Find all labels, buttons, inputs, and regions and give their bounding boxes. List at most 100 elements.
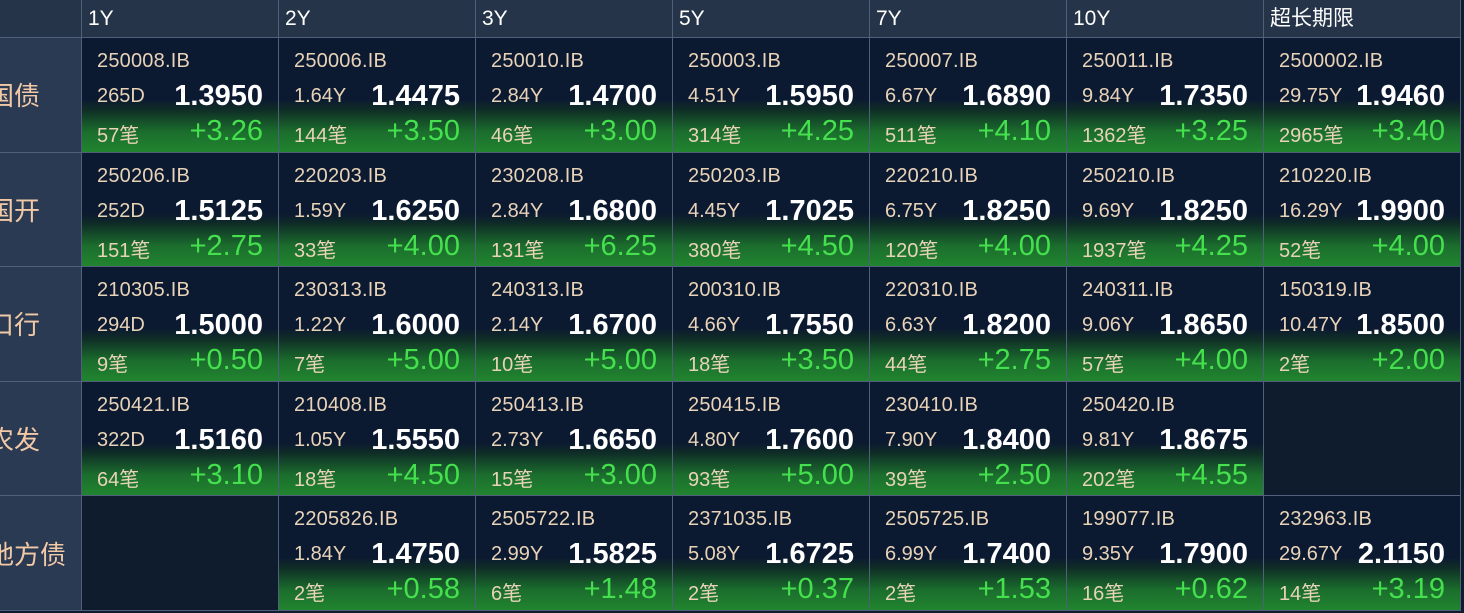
bond-cell[interactable]: 2505722.IB 2.99Y 1.5825 6笔 +1.48 xyxy=(476,496,673,611)
yield-change: +4.00 xyxy=(386,229,460,262)
trade-count: 7笔 xyxy=(294,354,326,377)
trade-count: 2笔 xyxy=(294,583,326,606)
yield-change: +5.00 xyxy=(583,344,657,377)
remaining-tenor: 6.67Y xyxy=(885,85,938,107)
column-header[interactable]: 5Y xyxy=(673,0,870,38)
bond-code: 220210.IB xyxy=(885,164,978,187)
bond-cell[interactable]: 250210.IB 9.69Y 1.8250 1937笔 +4.25 xyxy=(1067,152,1264,268)
row-header[interactable]: 国债 xyxy=(0,38,82,153)
column-header[interactable]: 10Y xyxy=(1067,0,1264,38)
bond-code: 250006.IB xyxy=(294,50,387,72)
yield-value: 1.7350 xyxy=(1159,80,1248,112)
bond-cell[interactable]: 200310.IB 4.66Y 1.7550 18笔 +3.50 xyxy=(673,267,870,382)
bond-code: 200310.IB xyxy=(688,279,781,302)
row-header[interactable]: 农发 xyxy=(0,381,82,497)
yield-value: 1.8200 xyxy=(962,309,1051,342)
bond-cell[interactable]: 250413.IB 2.73Y 1.6650 15笔 +3.00 xyxy=(476,381,673,497)
remaining-tenor: 2.73Y xyxy=(491,428,544,451)
bond-cell[interactable]: 250010.IB 2.84Y 1.4700 46笔 +3.00 xyxy=(476,38,673,153)
bond-cell[interactable]: 2205826.IB 1.84Y 1.4750 2笔 +0.58 xyxy=(279,496,476,611)
yield-value: 1.4700 xyxy=(568,80,657,112)
bond-cell[interactable]: 232963.IB 29.67Y 2.1150 14笔 +3.19 xyxy=(1264,496,1461,611)
bond-cell[interactable]: 230208.IB 2.84Y 1.6800 131笔 +6.25 xyxy=(476,152,673,268)
remaining-tenor: 294D xyxy=(97,314,145,337)
bond-cell[interactable]: 210408.IB 1.05Y 1.5550 18笔 +4.50 xyxy=(279,381,476,497)
bond-cell[interactable]: 220210.IB 6.75Y 1.8250 120笔 +4.00 xyxy=(870,152,1067,268)
bond-code: 2371035.IB xyxy=(688,508,793,531)
column-header[interactable]: 7Y xyxy=(870,0,1067,38)
yield-value: 1.6700 xyxy=(568,309,657,342)
column-header[interactable]: 超长期限 xyxy=(1264,0,1461,38)
bond-cell[interactable]: 250206.IB 252D 1.5125 151笔 +2.75 xyxy=(82,152,279,268)
bond-cell[interactable]: 250011.IB 9.84Y 1.7350 1362笔 +3.25 xyxy=(1067,38,1264,153)
yield-change: +1.53 xyxy=(977,573,1051,606)
empty-cell xyxy=(1264,381,1461,497)
yield-value: 1.9900 xyxy=(1356,194,1445,227)
bond-code: 230208.IB xyxy=(491,164,584,187)
bond-cell[interactable]: 250203.IB 4.45Y 1.7025 380笔 +4.50 xyxy=(673,152,870,268)
yield-change: +0.50 xyxy=(189,344,263,377)
bond-cell[interactable]: 210220.IB 16.29Y 1.9900 52笔 +4.00 xyxy=(1264,152,1461,268)
bond-code: 2205826.IB xyxy=(294,508,399,531)
remaining-tenor: 29.67Y xyxy=(1279,543,1343,566)
bond-cell[interactable]: 250007.IB 6.67Y 1.6890 511笔 +4.10 xyxy=(870,38,1067,153)
yield-change: +4.50 xyxy=(386,458,460,491)
bond-cell[interactable]: 150319.IB 10.47Y 1.8500 2笔 +2.00 xyxy=(1264,267,1461,382)
bond-code: 150319.IB xyxy=(1279,279,1372,302)
yield-change: +2.00 xyxy=(1371,344,1445,377)
remaining-tenor: 5.08Y xyxy=(688,543,741,566)
bond-cell[interactable]: 220310.IB 6.63Y 1.8200 44笔 +2.75 xyxy=(870,267,1067,382)
row-header[interactable]: 地方债 xyxy=(0,496,82,611)
corner-cell xyxy=(0,0,82,38)
trade-count: 44笔 xyxy=(885,354,928,377)
yield-change: +0.62 xyxy=(1174,573,1248,606)
bond-cell[interactable]: 230313.IB 1.22Y 1.6000 7笔 +5.00 xyxy=(279,267,476,382)
yield-change: +3.19 xyxy=(1371,573,1445,606)
remaining-tenor: 7.90Y xyxy=(885,428,938,451)
yield-value: 1.5000 xyxy=(174,309,263,342)
bond-code: 250003.IB xyxy=(688,50,781,72)
row-header[interactable]: 口行 xyxy=(0,267,82,382)
column-header[interactable]: 3Y xyxy=(476,0,673,38)
yield-change: +5.00 xyxy=(386,344,460,377)
yield-change: +3.00 xyxy=(583,458,657,491)
bond-cell[interactable]: 2505725.IB 6.99Y 1.7400 2笔 +1.53 xyxy=(870,496,1067,611)
yield-value: 1.5825 xyxy=(568,538,657,571)
bond-code: 250413.IB xyxy=(491,393,584,416)
bond-cell[interactable]: 240313.IB 2.14Y 1.6700 10笔 +5.00 xyxy=(476,267,673,382)
bond-cell[interactable]: 250008.IB 265D 1.3950 57笔 +3.26 xyxy=(82,38,279,153)
remaining-tenor: 1.05Y xyxy=(294,428,347,451)
bond-code: 250210.IB xyxy=(1082,164,1175,187)
bond-code: 210220.IB xyxy=(1279,164,1372,187)
bond-cell[interactable]: 240311.IB 9.06Y 1.8650 57笔 +4.00 xyxy=(1067,267,1264,382)
column-header[interactable]: 1Y xyxy=(82,0,279,38)
trade-count: 57笔 xyxy=(1082,354,1125,377)
yield-value: 1.8250 xyxy=(1159,194,1248,227)
yield-value: 1.8650 xyxy=(1159,309,1248,342)
row-header[interactable]: 国开 xyxy=(0,152,82,268)
bond-cell[interactable]: 250003.IB 4.51Y 1.5950 314笔 +4.25 xyxy=(673,38,870,153)
trade-count: 15笔 xyxy=(491,468,534,491)
yield-value: 1.4750 xyxy=(371,538,460,571)
trade-count: 10笔 xyxy=(491,354,534,377)
remaining-tenor: 1.64Y xyxy=(294,85,347,107)
yield-change: +3.26 xyxy=(189,115,263,147)
bond-cell[interactable]: 250006.IB 1.64Y 1.4475 144笔 +3.50 xyxy=(279,38,476,153)
bond-code: 240311.IB xyxy=(1082,279,1174,302)
bond-cell[interactable]: 250421.IB 322D 1.5160 64笔 +3.10 xyxy=(82,381,279,497)
remaining-tenor: 10.47Y xyxy=(1279,314,1343,337)
trade-count: 314笔 xyxy=(688,125,742,147)
yield-value: 1.8675 xyxy=(1159,423,1248,456)
bond-cell[interactable]: 230410.IB 7.90Y 1.8400 39笔 +2.50 xyxy=(870,381,1067,497)
bond-cell[interactable]: 199077.IB 9.35Y 1.7900 16笔 +0.62 xyxy=(1067,496,1264,611)
bond-cell[interactable]: 250420.IB 9.81Y 1.8675 202笔 +4.55 xyxy=(1067,381,1264,497)
bond-cell[interactable]: 2500002.IB 29.75Y 1.9460 2965笔 +3.40 xyxy=(1264,38,1461,153)
bond-cell[interactable]: 220203.IB 1.59Y 1.6250 33笔 +4.00 xyxy=(279,152,476,268)
trade-count: 93笔 xyxy=(688,468,731,491)
column-header[interactable]: 2Y xyxy=(279,0,476,38)
bond-cell[interactable]: 210305.IB 294D 1.5000 9笔 +0.50 xyxy=(82,267,279,382)
remaining-tenor: 265D xyxy=(97,85,145,107)
bond-cell[interactable]: 250415.IB 4.80Y 1.7600 93笔 +5.00 xyxy=(673,381,870,497)
yield-value: 1.6800 xyxy=(568,194,657,227)
bond-cell[interactable]: 2371035.IB 5.08Y 1.6725 2笔 +0.37 xyxy=(673,496,870,611)
